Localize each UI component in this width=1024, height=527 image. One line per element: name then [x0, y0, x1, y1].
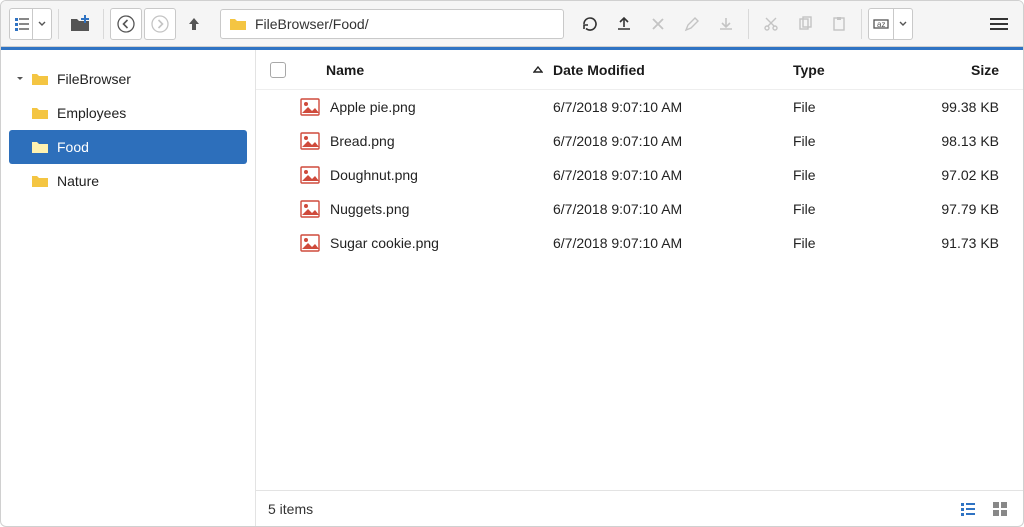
select-all-cell[interactable]	[256, 62, 300, 78]
file-row[interactable]: Apple pie.png 6/7/2018 9:07:10 AMFile99.3…	[256, 90, 1023, 124]
chevron-down-icon	[32, 9, 51, 39]
sort-asc-icon	[533, 65, 543, 75]
column-header-name[interactable]: Name	[300, 62, 553, 78]
nav-forward-button[interactable]	[144, 8, 176, 40]
tree-node-root[interactable]: FileBrowser	[9, 62, 247, 96]
tree-node-label: FileBrowser	[57, 71, 131, 87]
scissors-icon	[763, 16, 779, 32]
address-bar[interactable]	[220, 9, 564, 39]
chevron-down-icon	[893, 9, 912, 39]
file-name: Sugar cookie.png	[330, 235, 439, 251]
column-header-size[interactable]: Size	[913, 62, 1023, 78]
toolbar: az	[1, 1, 1023, 47]
file-type: File	[793, 167, 913, 183]
file-type: File	[793, 99, 913, 115]
close-icon	[650, 16, 666, 32]
new-folder-button[interactable]	[65, 8, 97, 40]
arrow-up-icon	[187, 16, 201, 32]
file-date: 6/7/2018 9:07:10 AM	[553, 133, 793, 149]
pencil-icon	[684, 16, 700, 32]
nav-up-button[interactable]	[178, 8, 210, 40]
rename-icon: az	[873, 17, 891, 31]
file-name: Nuggets.png	[330, 201, 409, 217]
edit-button[interactable]	[676, 8, 708, 40]
file-rows: Apple pie.png6/7/2018 9:07:10 AMFile99.3…	[256, 90, 1023, 490]
folder-plus-icon	[70, 15, 92, 33]
toolbar-separator	[58, 9, 59, 39]
grid-view-icon	[992, 501, 1008, 517]
delete-button[interactable]	[642, 8, 674, 40]
column-header-date[interactable]: Date Modified	[553, 62, 793, 78]
copy-button[interactable]	[789, 8, 821, 40]
view-details-button[interactable]	[957, 498, 979, 520]
folder-icon	[31, 72, 49, 86]
folder-icon	[31, 140, 49, 154]
file-row[interactable]: Doughnut.png 6/7/2018 9:07:10 AMFile97.02…	[256, 158, 1023, 192]
copy-icon	[797, 16, 813, 32]
tree-node-food[interactable]: Food	[9, 130, 247, 164]
file-size: 97.79 KB	[913, 201, 1023, 217]
image-file-icon	[300, 166, 320, 184]
view-grid-button[interactable]	[989, 498, 1011, 520]
file-row[interactable]: Sugar cookie.png 6/7/2018 9:07:10 AMFile9…	[256, 226, 1023, 260]
tree-node-label: Food	[57, 139, 89, 155]
status-bar: 5 items	[256, 490, 1023, 526]
folder-icon	[31, 174, 49, 188]
download-icon	[717, 15, 735, 33]
file-type: File	[793, 133, 913, 149]
tree-node-nature[interactable]: Nature	[9, 164, 247, 198]
column-header-row: Name Date Modified Type Size	[256, 50, 1023, 90]
file-name: Apple pie.png	[330, 99, 416, 115]
download-button[interactable]	[710, 8, 742, 40]
list-layout-icon	[14, 16, 30, 32]
file-date: 6/7/2018 9:07:10 AM	[553, 201, 793, 217]
folder-icon	[31, 106, 49, 120]
collapse-icon[interactable]	[13, 75, 27, 83]
file-list-panel: Name Date Modified Type Size Apple pie.p…	[256, 50, 1023, 526]
details-view-icon	[960, 501, 976, 517]
cut-button[interactable]	[755, 8, 787, 40]
file-size: 99.38 KB	[913, 99, 1023, 115]
clipboard-icon	[831, 16, 847, 32]
file-date: 6/7/2018 9:07:10 AM	[553, 99, 793, 115]
rename-button[interactable]: az	[868, 8, 913, 40]
file-type: File	[793, 201, 913, 217]
image-file-icon	[300, 132, 320, 150]
arrow-left-circle-icon	[117, 15, 135, 33]
file-size: 91.73 KB	[913, 235, 1023, 251]
status-text: 5 items	[268, 501, 313, 517]
paste-button[interactable]	[823, 8, 855, 40]
file-name: Doughnut.png	[330, 167, 418, 183]
menu-button[interactable]	[983, 8, 1015, 40]
folder-tree: FileBrowser Employees Food Nature	[1, 50, 256, 526]
upload-icon	[615, 15, 633, 33]
file-name: Bread.png	[330, 133, 395, 149]
tree-node-employees[interactable]: Employees	[9, 96, 247, 130]
image-file-icon	[300, 98, 320, 116]
file-date: 6/7/2018 9:07:10 AM	[553, 167, 793, 183]
file-type: File	[793, 235, 913, 251]
checkbox-icon	[270, 62, 286, 78]
tree-node-label: Employees	[57, 105, 126, 121]
tree-node-label: Nature	[57, 173, 99, 189]
svg-text:az: az	[877, 20, 885, 29]
hamburger-icon	[989, 16, 1009, 32]
refresh-icon	[581, 15, 599, 33]
view-layout-button[interactable]	[9, 8, 52, 40]
folder-icon	[229, 17, 247, 31]
file-row[interactable]: Nuggets.png 6/7/2018 9:07:10 AMFile97.79 …	[256, 192, 1023, 226]
refresh-button[interactable]	[574, 8, 606, 40]
file-browser-window: az	[0, 0, 1024, 527]
column-header-type[interactable]: Type	[793, 62, 913, 78]
image-file-icon	[300, 234, 320, 252]
upload-button[interactable]	[608, 8, 640, 40]
address-input[interactable]	[253, 15, 555, 33]
file-date: 6/7/2018 9:07:10 AM	[553, 235, 793, 251]
nav-back-button[interactable]	[110, 8, 142, 40]
file-size: 97.02 KB	[913, 167, 1023, 183]
arrow-right-circle-icon	[151, 15, 169, 33]
image-file-icon	[300, 200, 320, 218]
file-size: 98.13 KB	[913, 133, 1023, 149]
file-row[interactable]: Bread.png 6/7/2018 9:07:10 AMFile98.13 KB	[256, 124, 1023, 158]
